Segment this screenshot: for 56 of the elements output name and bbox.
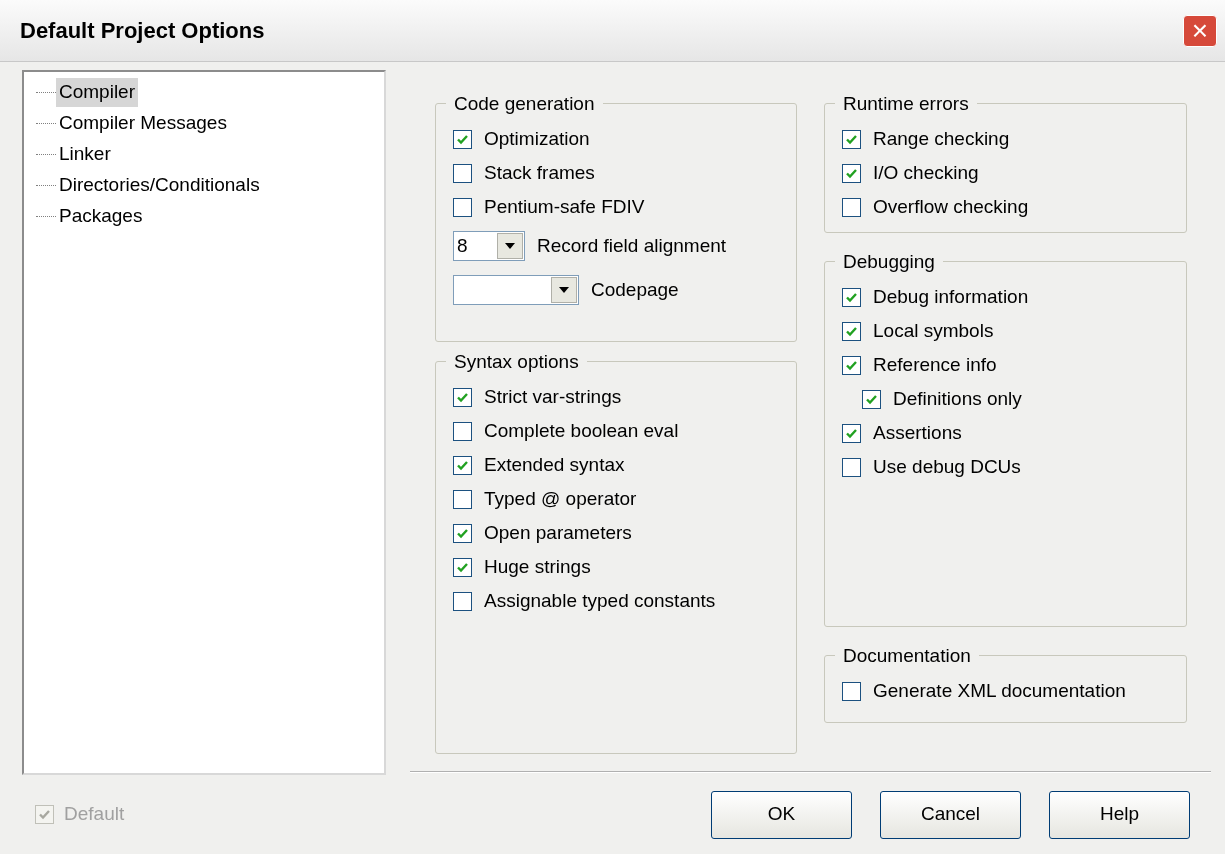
checkbox[interactable] <box>842 355 861 375</box>
checkbox-label[interactable]: Assignable typed constants <box>484 586 716 616</box>
checkbox[interactable] <box>453 489 472 509</box>
checkbox[interactable] <box>842 321 861 341</box>
checkbox[interactable] <box>862 389 881 409</box>
window-title: Default Project Options <box>20 17 265 45</box>
checkbox[interactable] <box>453 455 472 475</box>
checkbox[interactable] <box>453 523 472 543</box>
checkbox-label[interactable]: Stack frames <box>484 158 595 188</box>
checkbox[interactable] <box>842 681 861 701</box>
checkbox-label[interactable]: Typed @ operator <box>484 484 637 514</box>
checkbox-label[interactable]: Debug information <box>873 282 1029 312</box>
tree-item[interactable]: Linker <box>56 140 114 169</box>
checkbox[interactable] <box>842 287 861 307</box>
checkbox-label[interactable]: Reference info <box>873 350 997 380</box>
check-icon <box>38 808 51 821</box>
dialog-button[interactable]: OK <box>711 790 852 839</box>
checkbox[interactable] <box>453 421 472 441</box>
dropdown-label: Codepage <box>591 277 679 302</box>
checkbox[interactable] <box>842 423 861 443</box>
checkbox-label[interactable]: Definitions only <box>893 384 1022 414</box>
checkbox[interactable] <box>453 163 472 183</box>
checkbox-label[interactable]: Pentium-safe FDIV <box>484 192 645 222</box>
checkbox[interactable] <box>842 197 861 217</box>
checkbox-label[interactable]: Extended syntax <box>484 450 625 480</box>
dropdown-value: 8 <box>456 233 468 258</box>
dropdown-field[interactable] <box>453 275 579 305</box>
checkbox-label[interactable]: Complete boolean eval <box>484 416 679 446</box>
checkbox-label[interactable]: Huge strings <box>484 552 591 582</box>
tree-item[interactable]: Compiler <box>56 78 139 107</box>
checkbox-label[interactable]: Generate XML documentation <box>873 676 1126 706</box>
checkbox[interactable] <box>842 129 861 149</box>
tree-item[interactable]: Directories/Conditionals <box>56 171 263 200</box>
dialog-button[interactable]: Cancel <box>880 790 1021 839</box>
dropdown-field[interactable]: 8 <box>453 231 525 261</box>
checkbox-label[interactable]: Range checking <box>873 124 1010 154</box>
checkbox[interactable] <box>453 557 472 577</box>
checkbox-label[interactable]: I/O checking <box>873 158 979 188</box>
checkbox[interactable] <box>842 163 861 183</box>
checkbox[interactable] <box>453 129 472 149</box>
checkbox-label[interactable]: Optimization <box>484 124 590 154</box>
dropdown-label: Record field alignment <box>537 233 727 258</box>
checkbox-label[interactable]: Open parameters <box>484 518 632 548</box>
checkbox[interactable] <box>453 197 472 217</box>
checkbox[interactable] <box>453 387 472 407</box>
checkbox-label[interactable]: Strict var-strings <box>484 382 622 412</box>
checkbox[interactable] <box>453 591 472 611</box>
tree-item[interactable]: Compiler Messages <box>56 109 230 138</box>
close-button[interactable]: × <box>1183 14 1217 47</box>
checkbox[interactable] <box>842 457 861 477</box>
checkbox-label[interactable]: Local symbols <box>873 316 994 346</box>
tree-item[interactable]: Packages <box>56 202 146 231</box>
dialog-button[interactable]: Help <box>1049 790 1190 839</box>
checkbox-label[interactable]: Use debug DCUs <box>873 452 1021 482</box>
checkbox-label[interactable]: Overflow checking <box>873 192 1029 222</box>
checkbox-label[interactable]: Assertions <box>873 418 962 448</box>
